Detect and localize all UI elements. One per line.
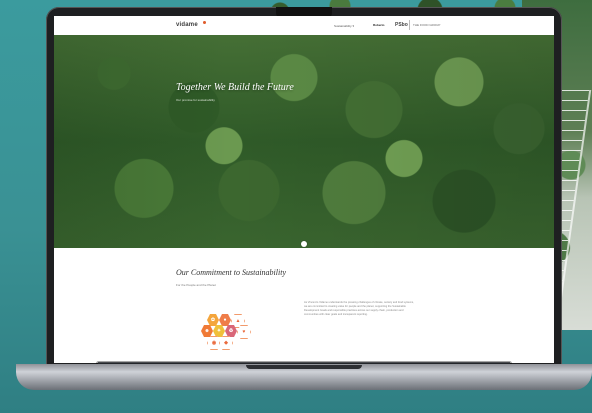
sustainability-section: Our Commitment to Sustainability For the… (54, 248, 554, 363)
section-paragraph: As Vincenzo Vidame understands the press… (304, 301, 414, 316)
section-title: Our Commitment to Sustainability (176, 268, 286, 277)
website-display: vidame Sustainability ▾ Roberto PSbo THE… (54, 16, 554, 363)
laptop-hinge (246, 365, 362, 369)
energy-icon: ✦ (213, 325, 225, 337)
people-icon: ☻ (201, 325, 213, 337)
header-divider (409, 20, 410, 30)
laptop-screen-frame: vidame Sustainability ▾ Roberto PSbo THE… (46, 7, 562, 371)
hero-shade (54, 35, 554, 248)
site-header: vidame Sustainability ▾ Roberto PSbo THE… (54, 16, 554, 36)
carousel-dot[interactable] (301, 241, 307, 247)
logo-accent-icon (203, 21, 206, 24)
header-menu[interactable]: Sustainability ▾ (334, 24, 354, 28)
hero-title: Together We Build the Future (176, 82, 294, 93)
header-brand-tagline: THE FOOD GROUP (413, 23, 441, 27)
section-subtitle: For the People and the Planet (176, 283, 216, 287)
site-logo[interactable]: vidame (176, 22, 198, 28)
header-brand-roberto[interactable]: Roberto (373, 23, 385, 27)
header-brand-psbo[interactable]: PSbo (395, 22, 408, 28)
fish-icon: ◆ (219, 336, 233, 350)
sdg-icon-cluster: ✿ ● ▲ ☻ ✦ ♻ ♥ ◉ ◆ (196, 314, 261, 359)
leaf-icon: ✿ (207, 314, 219, 326)
hero-subtitle: Our promise for sustainability (176, 98, 215, 102)
laptop: vidame Sustainability ▾ Roberto PSbo THE… (16, 7, 592, 390)
globe-icon: ◉ (207, 336, 221, 350)
drop-icon: ● (219, 314, 231, 326)
hero-banner: Together We Build the Future Our promise… (54, 35, 554, 248)
